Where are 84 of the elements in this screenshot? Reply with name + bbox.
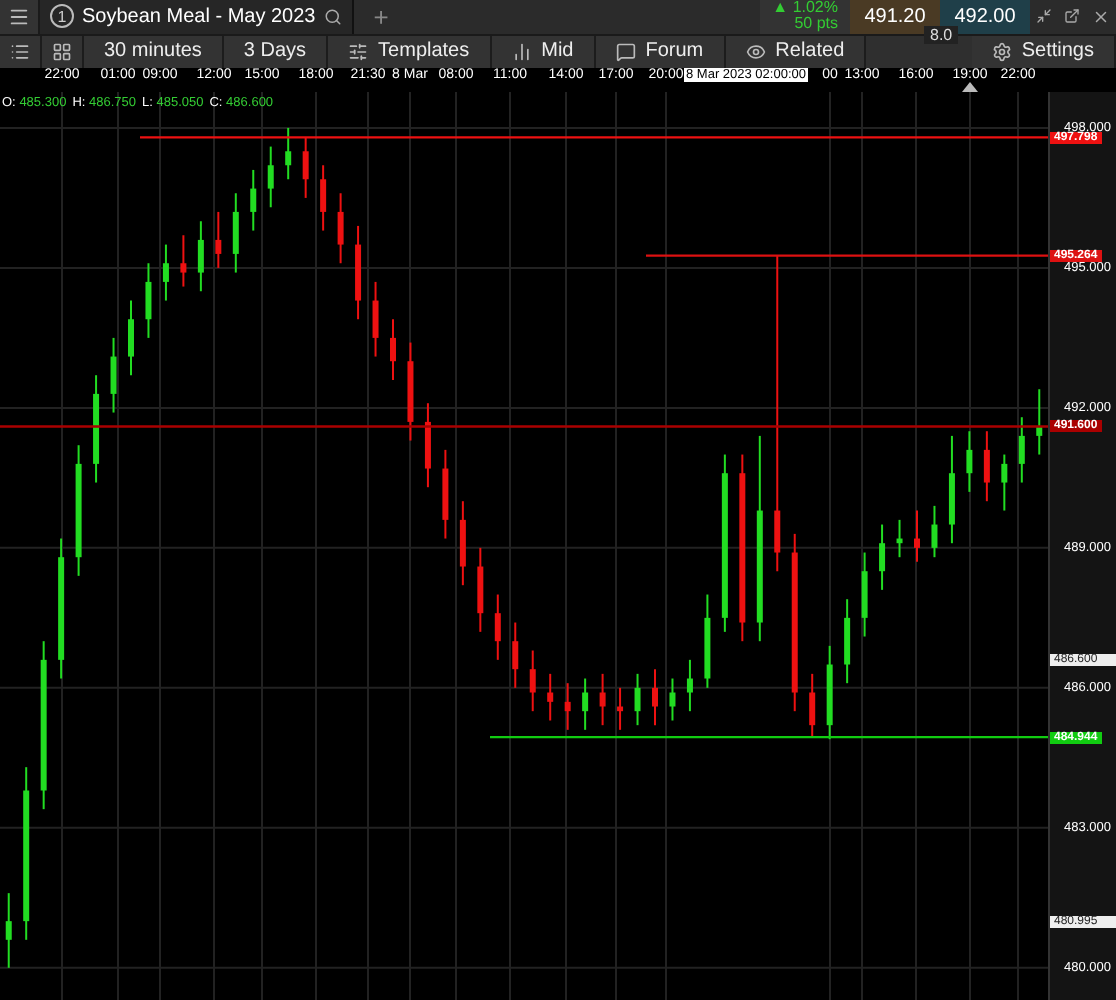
templates-button[interactable]: Templates <box>328 35 492 69</box>
price-button[interactable]: Mid <box>491 35 596 69</box>
search-icon[interactable] <box>323 7 342 26</box>
list-icon <box>10 41 30 62</box>
candle <box>93 374 100 484</box>
external-link-icon <box>1064 8 1080 25</box>
candle <box>983 430 990 503</box>
candle <box>564 682 571 731</box>
candle <box>110 336 117 414</box>
settings-button[interactable]: Settings <box>971 35 1116 69</box>
tab-number: 1 <box>50 4 74 29</box>
candle <box>861 551 868 638</box>
candle <box>686 658 693 713</box>
menu-icon <box>8 5 30 28</box>
candle <box>407 341 414 442</box>
related-button[interactable]: Related <box>725 35 867 69</box>
candle <box>337 192 344 265</box>
change-points: 50 pts <box>794 16 838 33</box>
range-button[interactable]: 3 Days <box>223 35 329 69</box>
candle <box>180 234 187 288</box>
change-percent: ▲ 1.02% <box>772 0 838 17</box>
candle <box>459 500 466 587</box>
candle <box>582 677 589 731</box>
candle <box>948 434 955 545</box>
candle <box>844 598 851 685</box>
sliders-icon <box>348 41 369 62</box>
tab-title: Soybean Meal - May 2023 <box>82 5 316 28</box>
candle <box>652 668 658 727</box>
candle <box>75 444 82 577</box>
menu-button[interactable] <box>0 0 40 34</box>
instrument-tab[interactable]: 1 Soybean Meal - May 2023 <box>40 0 354 34</box>
candle <box>1001 453 1008 512</box>
candle <box>1036 388 1043 456</box>
candle <box>162 243 169 302</box>
forum-button[interactable]: Forum <box>595 35 726 69</box>
candle <box>215 210 222 269</box>
layout-button[interactable] <box>42 35 84 69</box>
candle <box>529 649 536 713</box>
candle <box>914 509 920 563</box>
spread-label: 8.0 <box>924 26 959 44</box>
grid-icon <box>52 41 72 62</box>
speech-bubble-icon <box>615 41 636 62</box>
candle <box>302 136 309 199</box>
add-tab-button[interactable]: + <box>353 0 409 34</box>
interval-button[interactable]: 30 minutes <box>84 35 224 69</box>
eye-icon <box>745 41 766 62</box>
candle <box>879 523 886 591</box>
candle <box>424 402 431 489</box>
candle <box>5 892 12 969</box>
candle <box>617 686 624 731</box>
candle <box>128 299 134 377</box>
candle <box>826 644 833 741</box>
candle <box>966 430 973 493</box>
candle <box>896 518 903 559</box>
minimize-icon <box>1036 8 1052 25</box>
candle <box>355 224 362 321</box>
candle <box>285 126 292 181</box>
candle <box>512 621 519 689</box>
candle <box>931 504 938 559</box>
candle <box>442 448 449 540</box>
candle <box>58 537 65 680</box>
close-icon <box>1092 7 1110 26</box>
candle <box>599 672 606 727</box>
price-level-line[interactable] <box>490 735 1048 739</box>
candle <box>809 672 816 739</box>
candle <box>232 192 239 274</box>
candle <box>145 262 152 339</box>
candle <box>547 672 554 722</box>
candle <box>250 168 257 232</box>
candle <box>320 164 327 232</box>
candle <box>372 280 379 358</box>
candle <box>197 220 204 293</box>
list-button[interactable] <box>0 35 42 69</box>
candle <box>390 318 396 381</box>
candle <box>477 546 484 633</box>
candle <box>704 593 711 689</box>
candle <box>1018 416 1025 484</box>
candle <box>267 145 274 209</box>
candle <box>634 672 641 727</box>
scroll-marker-icon[interactable] <box>962 82 978 93</box>
candle <box>669 677 676 722</box>
bar-chart-icon <box>511 41 532 62</box>
candle <box>494 593 501 661</box>
gear-icon <box>991 41 1012 62</box>
